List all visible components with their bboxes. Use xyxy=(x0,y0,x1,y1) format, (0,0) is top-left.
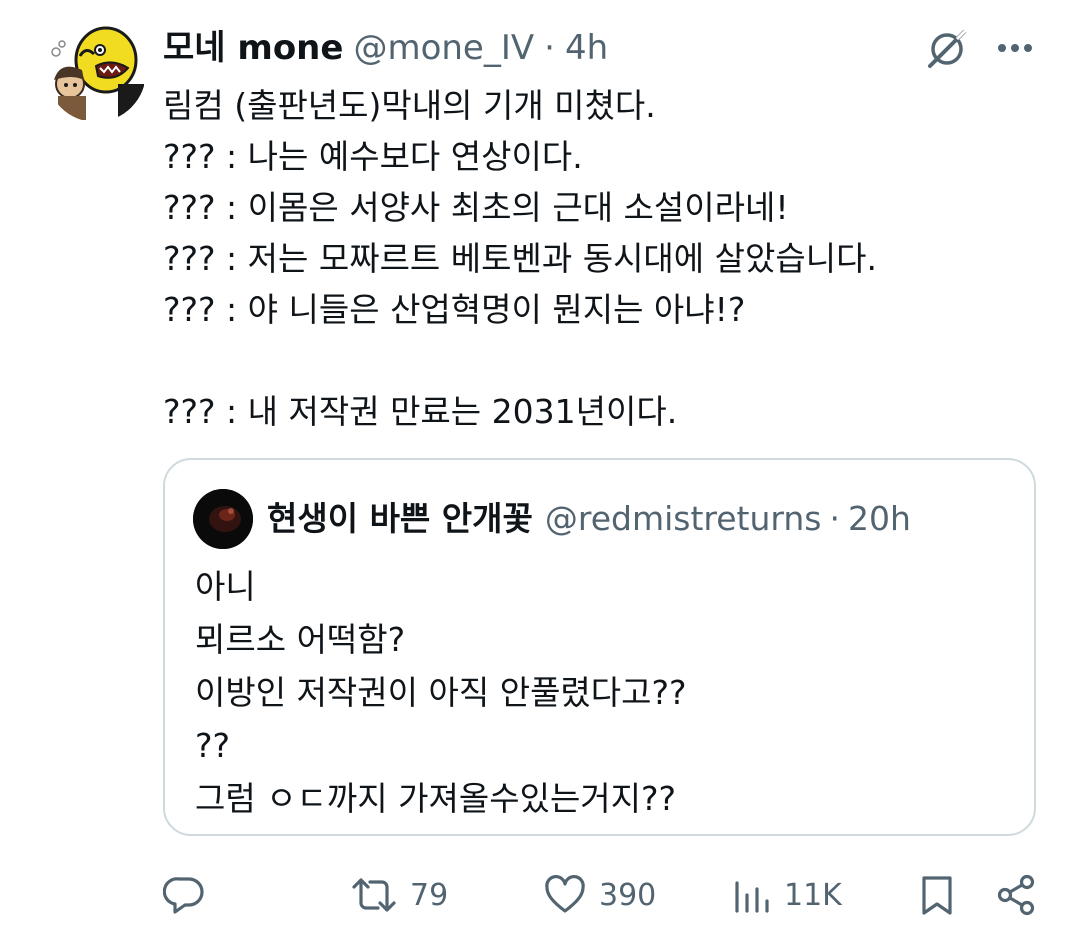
timestamp[interactable]: 4h xyxy=(565,26,608,70)
more-button[interactable] xyxy=(994,30,1036,66)
like-button[interactable]: 390 xyxy=(543,868,656,922)
grok-icon xyxy=(928,28,968,68)
tweet-text-line: ??? : 저는 모짜르트 베토벤과 동시대에 살았습니다. xyxy=(163,239,877,278)
more-icon xyxy=(998,44,1032,52)
quote-text-line: 이방인 저작권이 아직 안풀렸다고?? xyxy=(195,673,687,712)
heart-icon xyxy=(545,875,585,913)
action-bar: 79 390 11K xyxy=(0,860,1080,930)
separator-dot: · xyxy=(544,28,555,68)
like-count: 390 xyxy=(599,877,657,913)
cartoon-avatar-icon xyxy=(46,22,146,122)
grok-button[interactable] xyxy=(924,26,970,72)
quote-display-name[interactable]: 현생이 바쁜 안개꽃 xyxy=(267,496,533,542)
quote-text-line: 뫼르소 어떡함? xyxy=(195,620,406,659)
tweet-text-blank-line xyxy=(163,335,1043,386)
quote-text-line: 그럼 ㅇㄷ까지 가져올수있는거지?? xyxy=(195,779,677,818)
quote-text-line: ?? xyxy=(195,726,231,765)
quote-text: 아니 뫼르소 어떡함? 이방인 저작권이 아직 안풀렸다고?? ?? 그럼 ㅇㄷ… xyxy=(195,560,1015,825)
quoted-tweet[interactable]: 현생이 바쁜 안개꽃 @redmistreturns · 20h 아니 뫼르소 … xyxy=(163,458,1036,836)
tweet-text-line: ??? : 이몸은 서양사 최초의 근대 소설이라네! xyxy=(163,188,789,227)
tweet-text-line: ??? : 내 저작권 만료는 2031년이다. xyxy=(163,392,678,431)
tweet-text-line: ??? : 나는 예수보다 연상이다. xyxy=(163,137,583,176)
views-count: 11K xyxy=(784,877,842,913)
dark-photo-avatar-icon xyxy=(193,489,253,549)
reply-button[interactable] xyxy=(163,868,219,922)
quote-header: 현생이 바쁜 안개꽃 @redmistreturns · 20h xyxy=(267,496,911,542)
views-button[interactable]: 11K xyxy=(732,868,842,922)
quote-separator-dot: · xyxy=(829,499,841,538)
retweet-button[interactable]: 79 xyxy=(350,868,448,922)
share-button[interactable] xyxy=(995,868,1039,922)
avatar[interactable] xyxy=(46,22,146,122)
quote-text-line: 아니 xyxy=(195,567,256,606)
reply-icon xyxy=(163,877,204,914)
retweet-count: 79 xyxy=(410,877,449,913)
retweet-icon xyxy=(352,878,396,912)
tweet-text-line: ??? : 야 니들은 산업혁명이 뭔지는 아냐!? xyxy=(163,290,746,329)
bookmark-icon xyxy=(922,876,952,915)
tweet-text: 림컴 (출판년도)막내의 기개 미쳤다. ??? : 나는 예수보다 연상이다.… xyxy=(163,80,1043,437)
share-icon xyxy=(997,874,1035,916)
quote-timestamp[interactable]: 20h xyxy=(848,496,911,542)
quote-handle[interactable]: @redmistreturns xyxy=(545,496,822,542)
tweet-header: 모네 mone @mone_IV · 4h xyxy=(163,26,608,70)
user-handle[interactable]: @mone_IV xyxy=(353,26,534,70)
bookmark-button[interactable] xyxy=(917,868,957,922)
tweet: 모네 mone @mone_IV · 4h 림컴 (출판년도)막내의 기개 미쳤… xyxy=(0,0,1080,947)
display-name[interactable]: 모네 mone xyxy=(163,26,343,70)
views-icon xyxy=(735,881,769,913)
quote-avatar[interactable] xyxy=(193,489,253,549)
tweet-text-line: 림컴 (출판년도)막내의 기개 미쳤다. xyxy=(163,86,656,125)
